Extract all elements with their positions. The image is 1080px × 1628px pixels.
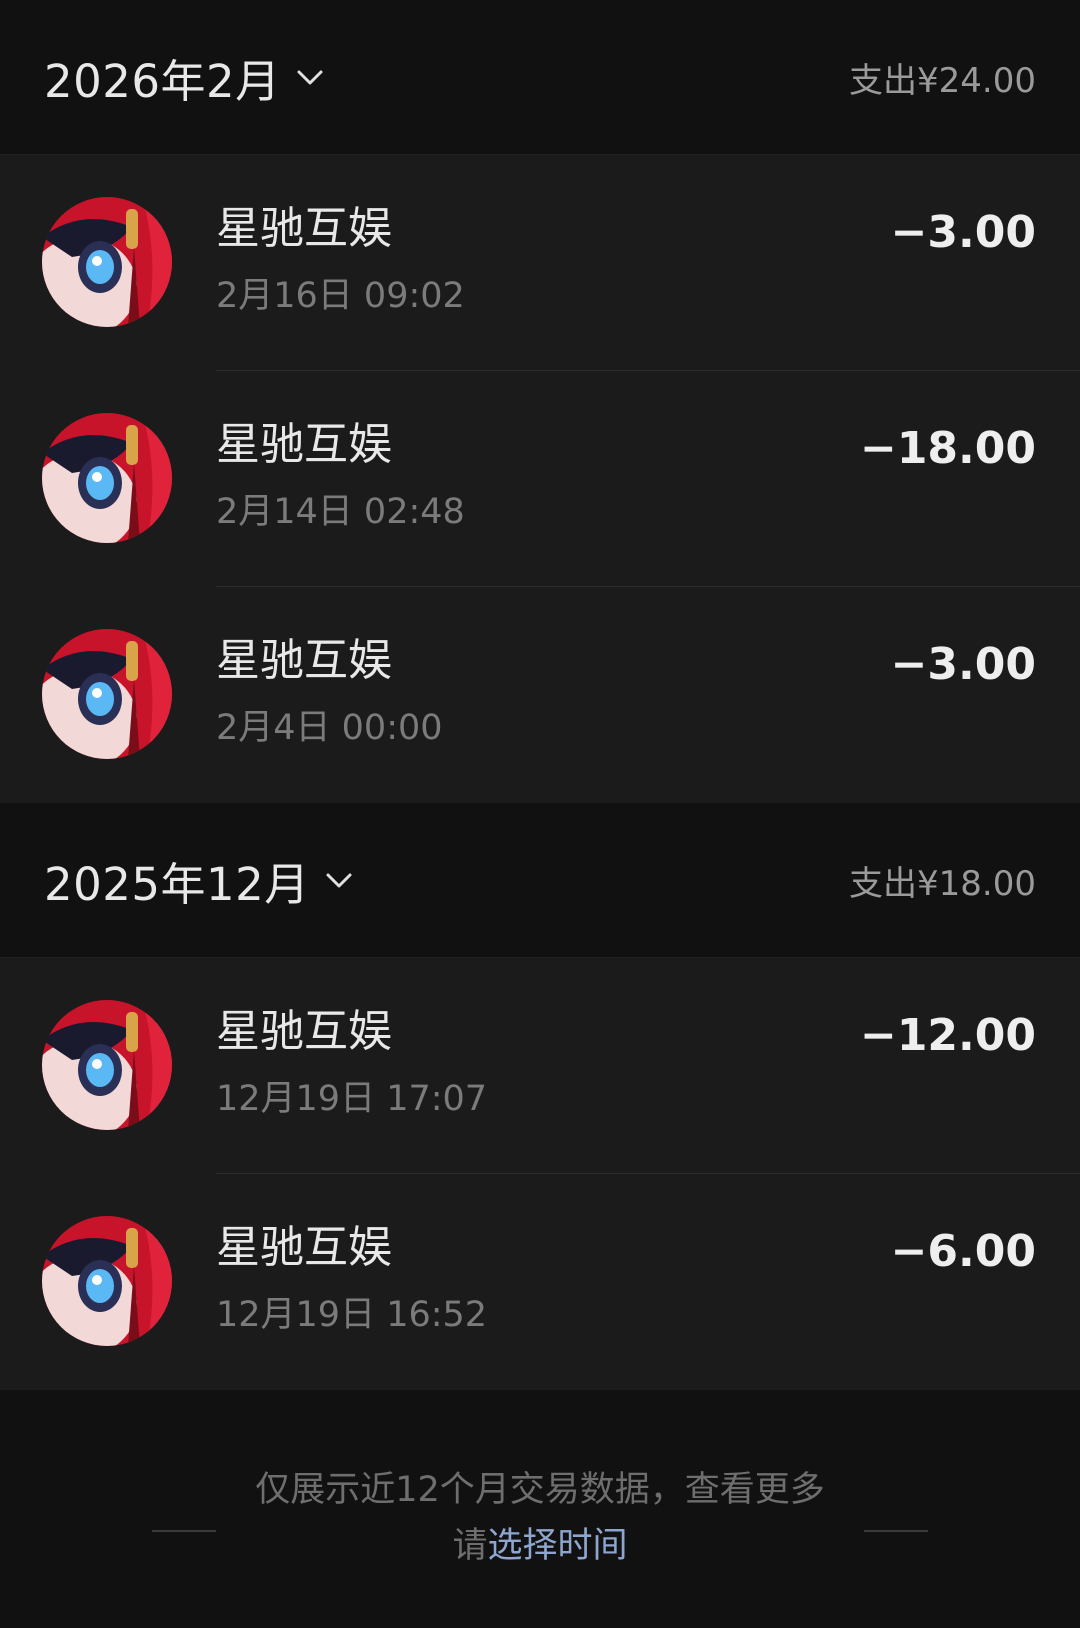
transaction-time: 2月4日 00:00	[216, 708, 443, 748]
transaction-list: 星驰互娱 12月19日 17:07 −12.00 星驰互娱 12月19日 16:…	[0, 958, 1080, 1390]
select-time-link[interactable]: 选择时间	[488, 1526, 628, 1566]
merchant-avatar	[42, 1000, 172, 1130]
merchant-avatar	[42, 197, 172, 327]
transaction-list: 星驰互娱 2月16日 09:02 −3.00 星驰互娱 2月14日 02:48 …	[0, 155, 1080, 803]
merchant-name: 星驰互娱	[216, 1006, 392, 1057]
month-title: 2026年2月	[44, 54, 281, 108]
transaction-time: 12月19日 16:52	[216, 1295, 488, 1335]
merchant-name: 星驰互娱	[216, 1222, 392, 1273]
month-title: 2025年12月	[44, 857, 310, 911]
transaction-row[interactable]: 星驰互娱 2月14日 02:48 −18.00	[0, 371, 1080, 587]
month-header: 2025年12月 支出¥18.00	[0, 803, 1080, 958]
footer-divider-right	[864, 1530, 928, 1532]
chevron-down-icon	[326, 873, 352, 888]
month-selector[interactable]: 2026年2月	[44, 45, 325, 110]
transaction-amount: −18.00	[859, 423, 1036, 474]
footer-text: 仅展示近12个月交易数据，查看更多请选择时间	[240, 1462, 840, 1574]
month-selector[interactable]: 2025年12月	[44, 848, 354, 913]
month-header: 2026年2月 支出¥24.00	[0, 0, 1080, 155]
footer-divider-left	[152, 1530, 216, 1532]
merchant-avatar	[42, 1216, 172, 1346]
merchant-name: 星驰互娱	[216, 419, 392, 470]
transaction-amount: −12.00	[859, 1010, 1036, 1061]
transaction-amount: −3.00	[890, 639, 1036, 690]
transaction-row[interactable]: 星驰互娱 2月4日 00:00 −3.00	[0, 587, 1080, 803]
month-expense-summary: 支出¥18.00	[849, 863, 1036, 904]
merchant-avatar	[42, 413, 172, 543]
transaction-row[interactable]: 星驰互娱 12月19日 16:52 −6.00	[0, 1174, 1080, 1390]
transaction-amount: −3.00	[890, 207, 1036, 258]
transaction-time: 12月19日 17:07	[216, 1079, 488, 1119]
transaction-row[interactable]: 星驰互娱 2月16日 09:02 −3.00	[0, 155, 1080, 371]
month-expense-summary: 支出¥24.00	[849, 60, 1036, 101]
transaction-time: 2月14日 02:48	[216, 492, 465, 532]
merchant-name: 星驰互娱	[216, 635, 392, 686]
transaction-row[interactable]: 星驰互娱 12月19日 17:07 −12.00	[0, 958, 1080, 1174]
merchant-avatar	[42, 629, 172, 759]
transaction-amount: −6.00	[890, 1226, 1036, 1277]
footer-note: 仅展示近12个月交易数据，查看更多请选择时间	[0, 1390, 1080, 1620]
chevron-down-icon	[297, 70, 323, 85]
merchant-name: 星驰互娱	[216, 203, 392, 254]
transaction-time: 2月16日 09:02	[216, 276, 465, 316]
